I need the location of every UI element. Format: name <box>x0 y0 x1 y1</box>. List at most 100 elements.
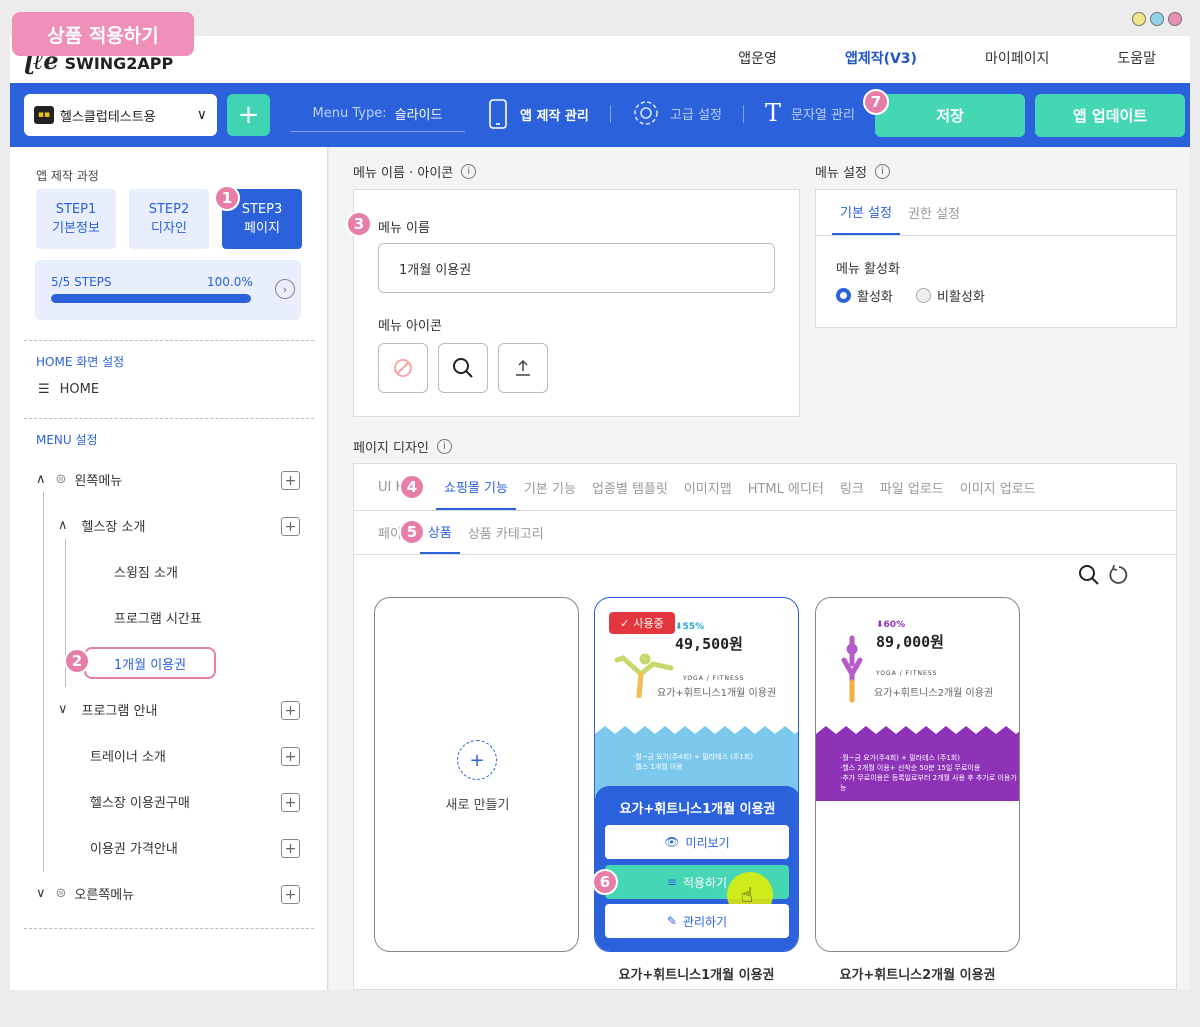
tree-ticket-buy[interactable]: 헬스장 이용권구매 <box>90 792 190 811</box>
radio-activate-label: 활성화 <box>857 290 893 305</box>
add-app-button[interactable]: + <box>227 94 270 136</box>
step2-button[interactable]: STEP2 디자인 <box>129 189 209 249</box>
home-item[interactable]: ☰ HOME <box>38 382 99 397</box>
page-design-title-text: 페이지 디자인 <box>353 441 429 456</box>
radio-activate[interactable]: 활성화 <box>836 286 893 305</box>
text-t-icon: T <box>765 99 782 127</box>
tree-left-menu[interactable]: ∧ ⊜ 왼쪽메뉴 <box>36 470 122 489</box>
new-product-card[interactable]: + 새로 만들기 <box>374 597 579 952</box>
app-select-dropdown[interactable]: ▪▪ 헬스클럽테스트용 ∨ <box>24 94 217 136</box>
preview-button[interactable]: 👁 미리보기 <box>605 825 789 859</box>
refresh-icon[interactable] <box>1108 564 1130 586</box>
app-manage-button[interactable]: 앱 제작 관리 <box>488 99 589 129</box>
tree-program-schedule[interactable]: 프로그램 시간표 <box>114 608 202 627</box>
tree-program-guide-label: 프로그램 안내 <box>81 704 158 719</box>
menu-type-value: 슬라이드 <box>394 108 443 123</box>
phone-icon <box>489 99 507 129</box>
strings-manage-button[interactable]: T 문자열 관리 <box>765 99 855 127</box>
product-card-1[interactable]: ✓ 사용중 ⬇55% 49,500원 YOGA / FITNESS 요가+휘트니스… <box>594 597 799 952</box>
divider <box>24 418 314 419</box>
product-card-2[interactable]: ⬇60% 89,000원 YOGA / FITNESS 요가+휘트니스2개월 이… <box>815 597 1020 952</box>
menu-group-icon: ⊜ <box>55 886 67 901</box>
nav-app-operation[interactable]: 앱운영 <box>704 48 811 68</box>
nav-help[interactable]: 도움말 <box>1083 48 1190 68</box>
info-icon[interactable]: i <box>436 439 452 454</box>
progress-label: 5/5 STEPS <box>51 275 112 289</box>
subtab-product-category[interactable]: 상품 카테고리 <box>460 511 552 554</box>
home-section-title: HOME 화면 설정 <box>36 355 125 369</box>
app-update-button[interactable]: 앱 업데이트 <box>1035 94 1185 137</box>
tree-right-menu-label: 오른쪽메뉴 <box>74 888 135 903</box>
tab-basic-settings[interactable]: 기본 설정 <box>832 190 900 235</box>
tree-gym-intro[interactable]: ∧ 헬스장 소개 <box>58 516 145 535</box>
process-title: 앱 제작 과정 <box>36 169 99 183</box>
top-nav: 앱운영 앱제작(V3) 마이페이지 도움말 <box>704 48 1190 68</box>
step1-button[interactable]: STEP1 기본정보 <box>36 189 116 249</box>
window-dot-yellow[interactable] <box>1132 12 1146 26</box>
tree-trainer[interactable]: 트레이너 소개 <box>90 746 166 765</box>
add-submenu-plus-icon[interactable]: + <box>281 793 300 812</box>
menu-group-icon: ⊜ <box>55 472 67 487</box>
tree-gym-intro-label: 헬스장 소개 <box>81 520 146 535</box>
toolbar-divider <box>743 105 744 123</box>
info-icon[interactable]: i <box>874 164 890 179</box>
discount-label: ⬇55% <box>675 622 705 632</box>
activation-label: 메뉴 활성화 <box>836 262 900 277</box>
progress-percent: 100.0% <box>207 275 253 289</box>
marker-5: 5 <box>399 519 425 545</box>
window-dot-pink[interactable] <box>1168 12 1182 26</box>
price-label: 89,000원 <box>876 633 944 651</box>
manage-button[interactable]: ✎ 관리하기 <box>605 904 789 938</box>
advanced-settings-button[interactable]: 고급 설정 <box>632 99 722 127</box>
marker-2: 2 <box>64 648 90 674</box>
left-sidebar: 앱 제작 과정 STEP1 기본정보 STEP2 디자인 STEP3 페이지 1 5/… <box>10 147 328 990</box>
subtab-product[interactable]: 상품 <box>419 511 460 554</box>
nav-mypage[interactable]: 마이페이지 <box>951 48 1083 68</box>
menu-name-input[interactable]: 1개월 이용권 <box>378 243 775 293</box>
add-submenu-plus-icon[interactable]: + <box>281 701 300 720</box>
no-icon-button[interactable] <box>378 343 428 393</box>
tab-permission-settings[interactable]: 권한 설정 <box>900 190 968 235</box>
price-label: 49,500원 <box>675 635 743 653</box>
search-icon-button[interactable] <box>438 343 488 393</box>
nav-app-build[interactable]: 앱제작(V3) <box>811 48 951 68</box>
tab-basic-functions[interactable]: 기본 기능 <box>516 464 584 510</box>
tab-file-upload[interactable]: 파일 업로드 <box>872 464 952 510</box>
tab-image-map[interactable]: 이미지맵 <box>676 464 740 510</box>
tab-html-editor[interactable]: HTML 에디터 <box>740 464 832 510</box>
yoga-figure-image <box>841 635 863 703</box>
progress-bar <box>51 294 251 303</box>
menu-settings-panel: 기본 설정 권한 설정 메뉴 활성화 활성화 비활성화 <box>815 189 1177 328</box>
menu-name-panel: 메뉴 이름 1개월 이용권 메뉴 아이콘 <box>353 189 800 417</box>
save-button[interactable]: 저장 <box>875 94 1025 137</box>
step-label: STEP1 <box>55 202 97 217</box>
add-submenu-plus-icon[interactable]: + <box>281 747 300 766</box>
search-icon[interactable] <box>1078 564 1100 586</box>
info-icon[interactable]: i <box>461 164 477 179</box>
add-submenu-plus-icon[interactable]: + <box>281 471 300 490</box>
strings-manage-label: 문자열 관리 <box>791 107 855 123</box>
tree-price-guide[interactable]: 이용권 가격안내 <box>90 838 178 857</box>
page-design-tabs: UI K 쇼핑몰 기능 기본 기능 업종별 템플릿 이미지맵 HTML 에디터 … <box>370 464 1044 510</box>
menu-type-selector[interactable]: Menu Type: 슬라이드 <box>290 96 465 132</box>
tab-shopping-mall[interactable]: 쇼핑몰 기능 <box>436 464 516 510</box>
radio-deactivate[interactable]: 비활성화 <box>916 286 985 305</box>
tab-link[interactable]: 링크 <box>832 464 872 510</box>
tree-swing-gym-intro[interactable]: 스윙짐 소개 <box>114 562 178 581</box>
tree-right-menu[interactable]: ∨ ⊜ 오른쪽메뉴 <box>36 884 134 903</box>
tree-program-guide[interactable]: ∨ 프로그램 안내 <box>58 700 157 719</box>
tab-image-upload[interactable]: 이미지 업로드 <box>952 464 1044 510</box>
chevron-right-icon[interactable]: › <box>275 279 295 299</box>
marker-6: 6 <box>592 869 618 895</box>
gear-icon <box>634 101 658 125</box>
step-sublabel: 디자인 <box>151 221 187 236</box>
tree-one-month-ticket[interactable]: 1개월 이용권 <box>84 647 216 679</box>
window-dot-blue[interactable] <box>1150 12 1164 26</box>
menu-icon-label: 메뉴 아이콘 <box>378 319 442 334</box>
add-submenu-plus-icon[interactable]: + <box>281 839 300 858</box>
upload-icon-button[interactable] <box>498 343 548 393</box>
product-card-2-caption: 요가+휘트니스2개월 이용권 <box>839 968 996 983</box>
tab-industry-templates[interactable]: 업종별 템플릿 <box>584 464 676 510</box>
add-submenu-plus-icon[interactable]: + <box>281 517 300 536</box>
add-submenu-plus-icon[interactable]: + <box>281 885 300 904</box>
